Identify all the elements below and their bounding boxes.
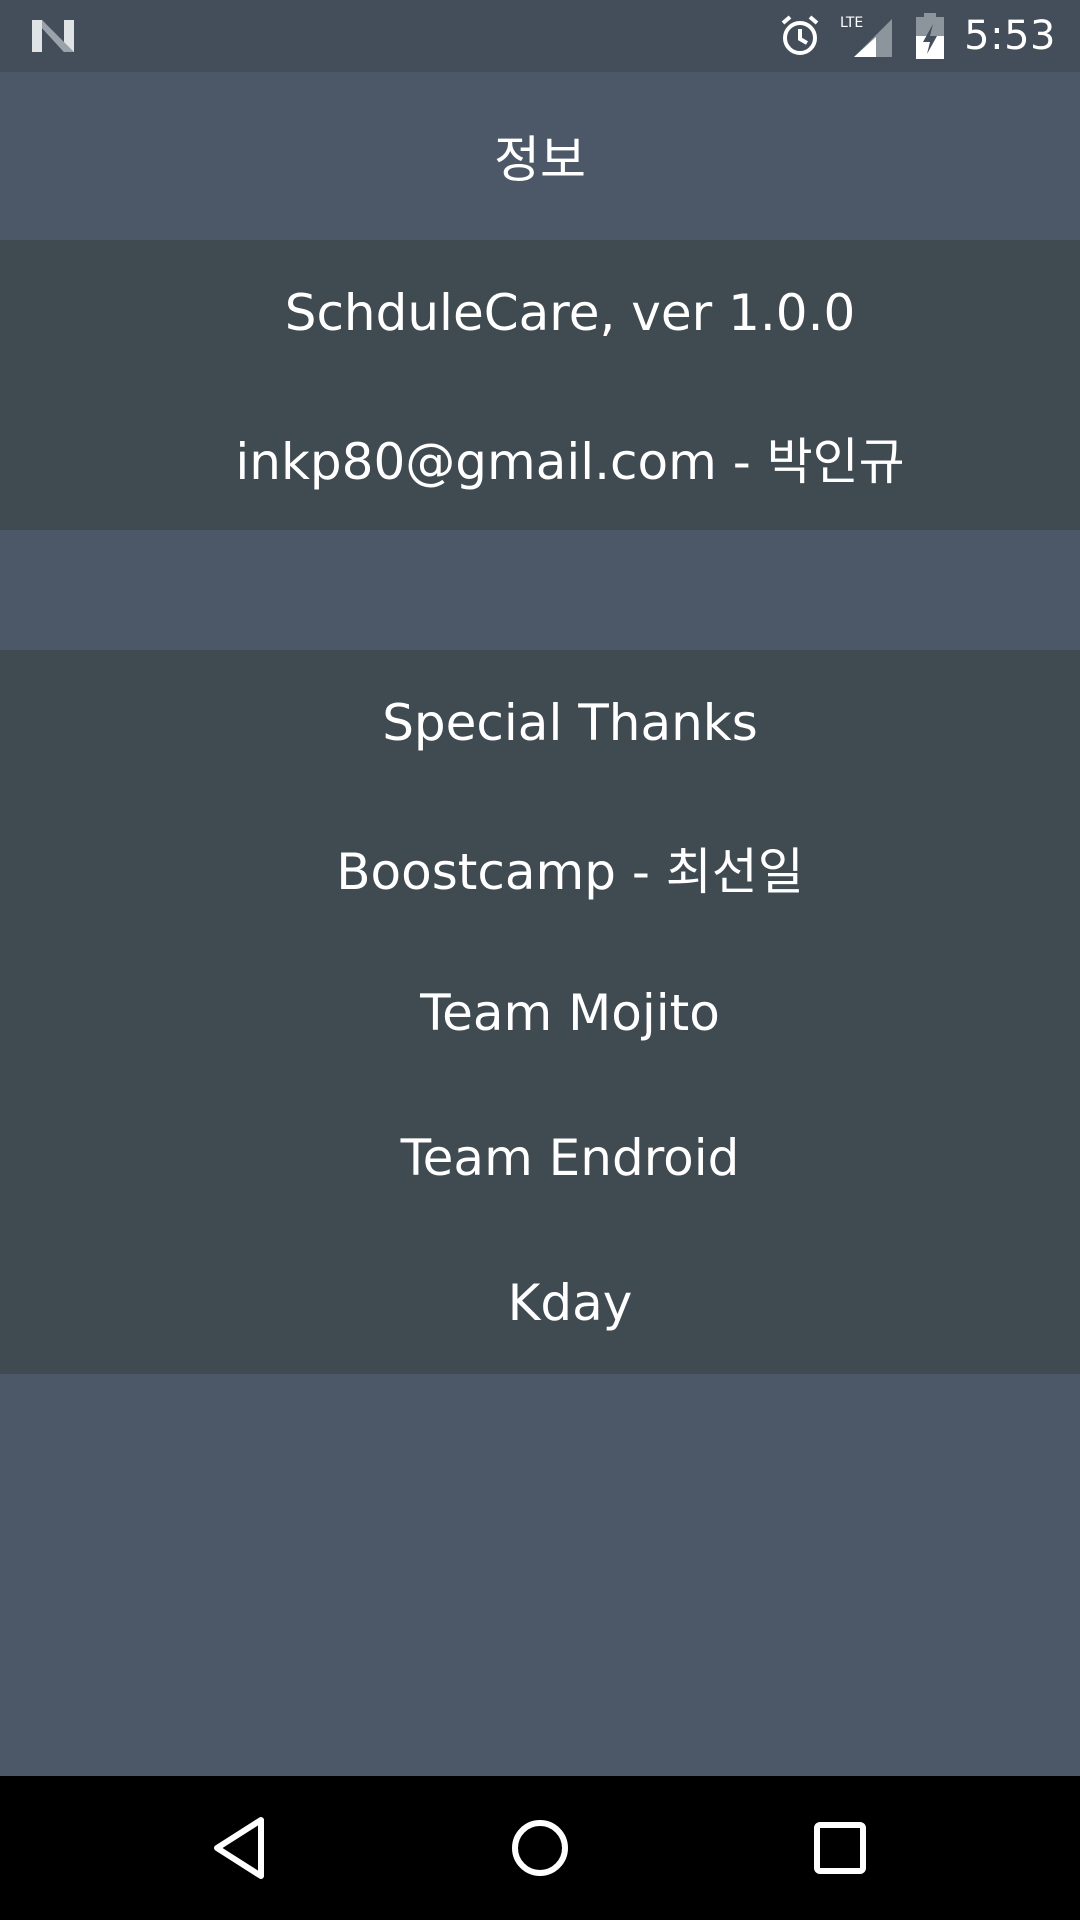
thanks-item-kday: Kday — [507, 1273, 633, 1332]
navigation-bar — [0, 1776, 1080, 1920]
contact-email-text: inkp80@gmail.com - 박인규 — [235, 432, 905, 491]
info-panel: SchduleCare, ver 1.0.0 inkp80@gmail.com … — [0, 240, 1080, 530]
special-thanks-panel: Special Thanks Boostcamp - 최선일 Team Moji… — [0, 650, 1080, 1374]
alarm-icon — [781, 15, 819, 55]
thanks-item-team-endroid: Team Endroid — [400, 1128, 740, 1187]
status-time: 5:53 — [964, 13, 1056, 59]
thanks-item-boostcamp: Boostcamp - 최선일 — [336, 842, 804, 901]
screen: LTE 5:53 정보 SchduleCare, ver 1.0.0 inkp8… — [0, 0, 1080, 1920]
app-bar: 정보 — [0, 72, 1080, 240]
lte-signal-icon: LTE — [840, 15, 893, 57]
app-version-text: SchduleCare, ver 1.0.0 — [284, 283, 856, 342]
special-thanks-heading: Special Thanks — [382, 693, 758, 752]
back-icon[interactable] — [203, 1810, 279, 1886]
svg-text:LTE: LTE — [840, 15, 863, 31]
thanks-item-team-mojito: Team Mojito — [420, 983, 720, 1042]
battery-charging-icon — [916, 13, 945, 59]
n-logo-icon — [32, 20, 74, 52]
status-bar: LTE 5:53 — [0, 0, 1080, 72]
page-title: 정보 — [494, 131, 586, 189]
home-icon[interactable] — [502, 1810, 578, 1886]
status-icons: LTE 5:53 — [760, 0, 1056, 72]
recents-icon[interactable] — [802, 1810, 878, 1886]
